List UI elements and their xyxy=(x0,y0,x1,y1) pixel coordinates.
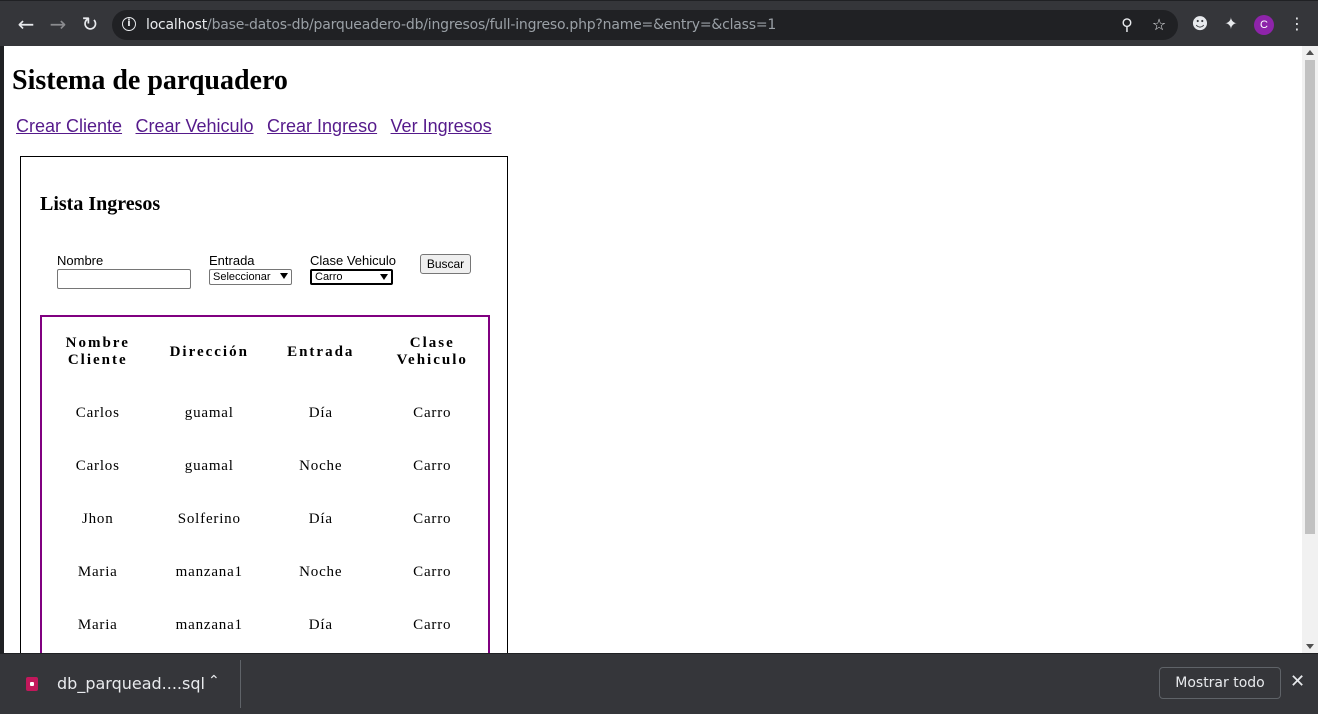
nav-link-crear-vehiculo[interactable]: Crear Vehiculo xyxy=(136,116,254,136)
cat-extension-icon[interactable]: ☻ xyxy=(1189,13,1211,35)
page-viewport: Sistema de parquadero Crear Cliente Crea… xyxy=(4,46,1302,653)
card-title: Lista Ingresos xyxy=(40,193,161,215)
table-row: Carlos guamal Día Carro xyxy=(42,387,488,440)
header-clase-line1: Clase xyxy=(409,335,455,351)
buscar-button[interactable]: Buscar xyxy=(420,254,471,274)
header-clase-vehiculo: Clase Vehiculo xyxy=(377,317,489,387)
cell-direccion: manzana1 xyxy=(175,564,243,580)
table-row: Maria manzana1 Noche Carro xyxy=(42,546,488,599)
scroll-thumb[interactable] xyxy=(1305,60,1315,534)
show-all-button[interactable]: Mostrar todo xyxy=(1159,667,1281,699)
cell-clase: Carro xyxy=(413,511,452,527)
cell-nombre: Jhon xyxy=(81,511,114,527)
header-clase-line2: Vehiculo xyxy=(396,352,468,368)
file-icon xyxy=(26,677,38,691)
cell-clase: Carro xyxy=(413,405,452,421)
cell-entrada: Noche xyxy=(299,458,343,474)
header-nombre-line2: Cliente xyxy=(67,352,128,368)
cell-entrada: Día xyxy=(308,617,333,633)
clase-field: Clase Vehiculo Carro xyxy=(310,254,396,285)
cell-entrada: Día xyxy=(308,405,333,421)
reload-icon[interactable]: ↻ xyxy=(77,11,103,37)
table-row: Carlos guamal Noche Carro xyxy=(42,440,488,493)
download-bar: db_parquead....sql ⌃ Mostrar todo ✕ xyxy=(0,653,1318,714)
chevron-up-icon[interactable]: ⌃ xyxy=(208,673,220,689)
forward-arrow-icon[interactable]: → xyxy=(45,11,71,37)
header-entrada: Entrada xyxy=(287,343,355,360)
ingresos-table: Nombre Cliente Dirección Entrada Clase Veh… xyxy=(42,317,488,652)
ingresos-table-container: Nombre Cliente Dirección Entrada Clase Veh… xyxy=(40,315,490,653)
cell-clase: Carro xyxy=(413,458,452,474)
cell-direccion: guamal xyxy=(184,405,234,421)
kebab-menu-icon[interactable]: ⋮ xyxy=(1286,13,1308,35)
chevron-down-icon xyxy=(280,273,288,279)
cell-nombre: Maria xyxy=(77,564,118,580)
back-arrow-icon[interactable]: ← xyxy=(13,11,39,37)
entrada-field: Entrada Seleccionar xyxy=(209,254,292,285)
header-nombre-cliente: Nombre Cliente xyxy=(42,317,154,387)
nav-link-ver-ingresos[interactable]: Ver Ingresos xyxy=(391,116,492,136)
close-icon[interactable]: ✕ xyxy=(1290,671,1305,692)
address-bar[interactable]: i localhost/base-datos-db/parqueadero-db… xyxy=(112,10,1178,40)
url-text[interactable]: localhost/base-datos-db/parqueadero-db/i… xyxy=(146,17,776,33)
main-nav: Crear Cliente Crear Vehiculo Crear Ingre… xyxy=(16,116,501,137)
download-divider xyxy=(240,660,241,708)
info-icon[interactable]: i xyxy=(122,17,136,31)
download-file-name[interactable]: db_parquead....sql xyxy=(57,674,205,693)
entrada-selected-value: Seleccionar xyxy=(213,271,271,283)
chevron-down-icon xyxy=(380,274,388,280)
page-title: Sistema de parquadero xyxy=(12,65,288,96)
cell-nombre: Carlos xyxy=(75,458,120,474)
nav-link-crear-cliente[interactable]: Crear Cliente xyxy=(16,116,122,136)
scroll-up-icon[interactable] xyxy=(1306,50,1314,55)
cell-clase: Carro xyxy=(413,564,452,580)
entrada-select[interactable]: Seleccionar xyxy=(209,269,292,285)
table-row: Maria manzana1 Día Carro xyxy=(42,599,488,652)
ingresos-card: Lista Ingresos Nombre Entrada Selecciona… xyxy=(20,156,508,653)
header-nombre-line1: Nombre xyxy=(65,335,130,351)
clase-label: Clase Vehiculo xyxy=(310,253,396,268)
url-host: localhost xyxy=(146,17,208,33)
entrada-label: Entrada xyxy=(209,253,255,268)
table-row: Jhon Solferino Día Carro xyxy=(42,493,488,546)
cell-nombre: Carlos xyxy=(75,405,120,421)
url-path: /base-datos-db/parqueadero-db/ingresos/f… xyxy=(207,17,777,33)
cell-direccion: Solferino xyxy=(177,511,241,527)
nombre-field: Nombre xyxy=(57,254,191,289)
cell-entrada: Noche xyxy=(299,564,343,580)
zoom-icon[interactable]: ⚲ xyxy=(1116,14,1138,36)
table-header-row: Nombre Cliente Dirección Entrada Clase Veh… xyxy=(42,317,488,387)
clase-select[interactable]: Carro xyxy=(310,269,393,285)
profile-avatar[interactable]: C xyxy=(1254,15,1274,35)
page-scrollbar[interactable] xyxy=(1302,46,1318,653)
nav-link-crear-ingreso[interactable]: Crear Ingreso xyxy=(267,116,377,136)
browser-toolbar: ← → ↻ i localhost/base-datos-db/parquead… xyxy=(0,0,1318,46)
header-direccion: Dirección xyxy=(169,343,249,360)
nombre-label: Nombre xyxy=(57,253,104,268)
cell-clase: Carro xyxy=(413,617,452,633)
clase-selected-value: Carro xyxy=(315,271,343,283)
cell-nombre: Maria xyxy=(77,617,118,633)
cell-entrada: Día xyxy=(308,511,333,527)
puzzle-icon[interactable]: ✦ xyxy=(1220,13,1242,35)
star-icon[interactable]: ☆ xyxy=(1148,14,1170,36)
cell-direccion: guamal xyxy=(184,458,234,474)
scroll-down-icon[interactable] xyxy=(1306,644,1314,649)
nombre-input[interactable] xyxy=(57,269,191,289)
cell-direccion: manzana1 xyxy=(175,617,243,633)
